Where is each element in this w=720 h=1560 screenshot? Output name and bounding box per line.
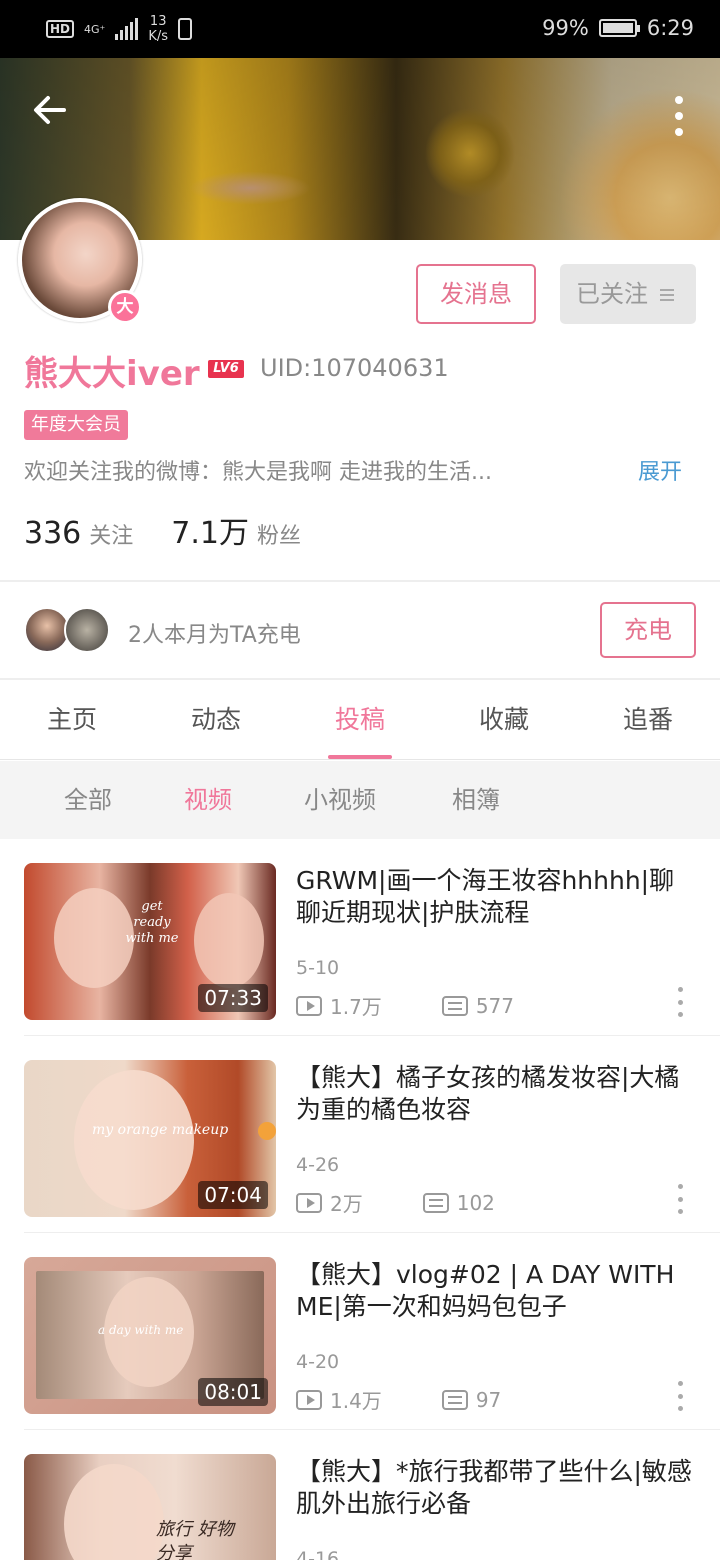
view-count: 2万 [330,1192,363,1216]
followed-label: 已关注 [576,280,648,308]
speed-unit: K/s [148,29,169,44]
fans-label[interactable]: 粉丝 [257,518,301,550]
fans-count[interactable]: 7.1万 [171,508,249,552]
tab-home[interactable]: 主页 [0,680,144,759]
video-date: 5-10 [296,957,340,979]
subtab-short-video[interactable]: 小视频 [304,761,376,839]
video-item[interactable]: a day with me 08:01 【熊大】vlog#02 | A DAY … [0,1233,720,1430]
video-duration: 08:01 [198,1378,268,1406]
video-title[interactable]: 【熊大】vlog#02 | A DAY WITH ME|第一次和妈妈包包子 [296,1259,698,1323]
video-title[interactable]: 【熊大】橘子女孩的橘发妆容|大橘为重的橘色妆容 [296,1062,698,1126]
video-title[interactable]: GRWM|画一个海王妆容hhhhh|聊聊近期现状|护肤流程 [296,865,698,929]
thumbnail-caption: 旅行 好物分享 [156,1519,234,1560]
danmaku-icon [441,1389,468,1410]
more-options-icon[interactable] [676,1184,684,1214]
thumbnail-caption: get ready with me [125,899,179,946]
play-count-icon [296,1192,322,1213]
subtab-video[interactable]: 视频 [184,761,232,839]
sub-tabs: 全部 视频 小视频 相簿 [0,761,720,839]
danmaku-icon [422,1192,449,1213]
view-count: 1.4万 [330,1389,382,1413]
video-thumbnail[interactable]: 旅行 好物分享 [24,1454,276,1560]
back-arrow-icon[interactable] [30,90,82,142]
hd-indicator: HD [46,20,75,38]
video-thumbnail[interactable]: a day with me 08:01 [24,1257,276,1414]
video-item[interactable]: 旅行 好物分享 【熊大】*旅行我都带了些什么|敏感肌外出旅行必备 4-16 [0,1430,720,1560]
video-date: 4-26 [296,1154,340,1176]
charge-text: 2人本月为TA充电 [128,623,301,648]
network-type: 4G⁺ [84,22,106,36]
status-right: 99% 6:29 [542,16,694,40]
charger-avatars[interactable] [24,607,114,653]
play-count-icon [296,995,322,1016]
video-stats: 1.7万 577 [296,991,514,1020]
menu-icon [659,286,674,304]
video-date: 4-20 [296,1351,340,1373]
charge-button[interactable]: 充电 [600,602,696,658]
danmaku-icon [441,995,468,1016]
uid-text: UID:107040631 [260,354,449,382]
expand-link[interactable]: 展开 [638,454,682,486]
more-options-icon[interactable] [676,1381,684,1411]
tab-favorites[interactable]: 收藏 [432,680,576,759]
video-duration: 07:04 [198,1181,268,1209]
battery-fill [602,23,633,33]
vibrate-icon [178,18,193,40]
battery-icon [598,19,640,37]
danmaku-count: 97 [475,1387,502,1412]
danmaku-count: 102 [456,1190,495,1215]
video-thumbnail[interactable]: my orange makeup 07:04 [24,1060,276,1217]
thumbnail-caption: my orange makeup [92,1122,229,1138]
subtab-album[interactable]: 相簿 [452,761,500,839]
video-thumbnail[interactable]: get ready with me 07:33 [24,863,276,1020]
play-count-icon [296,1389,322,1410]
thumbnail-caption: a day with me [98,1323,184,1337]
bio-text: 欢迎关注我的微博：熊大是我啊 走进我的生活... [24,460,492,485]
username: 熊大大iver [24,354,200,394]
video-item[interactable]: my orange makeup 07:04 【熊大】橘子女孩的橘发妆容|大橘为… [0,1036,720,1233]
video-duration: 07:33 [198,984,268,1012]
followed-button[interactable]: 已关注 [560,264,696,324]
tab-bangumi[interactable]: 追番 [576,680,720,759]
view-count: 1.7万 [330,995,382,1019]
speed-value: 13 [149,14,167,29]
status-left: HD 4G⁺ 13 K/s [46,14,193,44]
stats-row: 336 关注 7.1万 粉丝 [24,508,339,552]
avatar [64,607,110,653]
danmaku-count: 577 [475,993,514,1018]
more-options-icon[interactable] [676,987,684,1017]
avatar-badge: 大 [108,290,142,324]
video-item[interactable]: get ready with me 07:33 GRWM|画一个海王妆容hhhh… [0,839,720,1036]
battery-percent: 99% [542,16,589,40]
clock: 6:29 [646,16,694,40]
vip-badge: 年度大会员 [24,410,128,440]
divider [0,580,720,582]
more-vertical-icon[interactable] [672,96,686,136]
video-stats: 1.4万 97 [296,1385,501,1414]
tab-dynamic[interactable]: 动态 [144,680,288,759]
network-speed: 13 K/s [148,14,168,44]
tab-submissions[interactable]: 投稿 [288,680,432,759]
following-label[interactable]: 关注 [89,518,133,550]
following-count[interactable]: 336 [24,516,81,551]
profile-tabs: 主页 动态 投稿 收藏 追番 [0,680,720,760]
subtab-all[interactable]: 全部 [64,761,112,839]
video-date: 4-16 [296,1548,340,1560]
level-badge: LV6 [208,360,244,378]
send-message-button[interactable]: 发消息 [416,264,536,324]
video-stats: 2万 102 [296,1188,495,1217]
signal-icon [115,18,139,40]
video-title[interactable]: 【熊大】*旅行我都带了些什么|敏感肌外出旅行必备 [296,1456,698,1520]
status-bar: HD 4G⁺ 13 K/s 99% 6:29 [0,0,720,58]
